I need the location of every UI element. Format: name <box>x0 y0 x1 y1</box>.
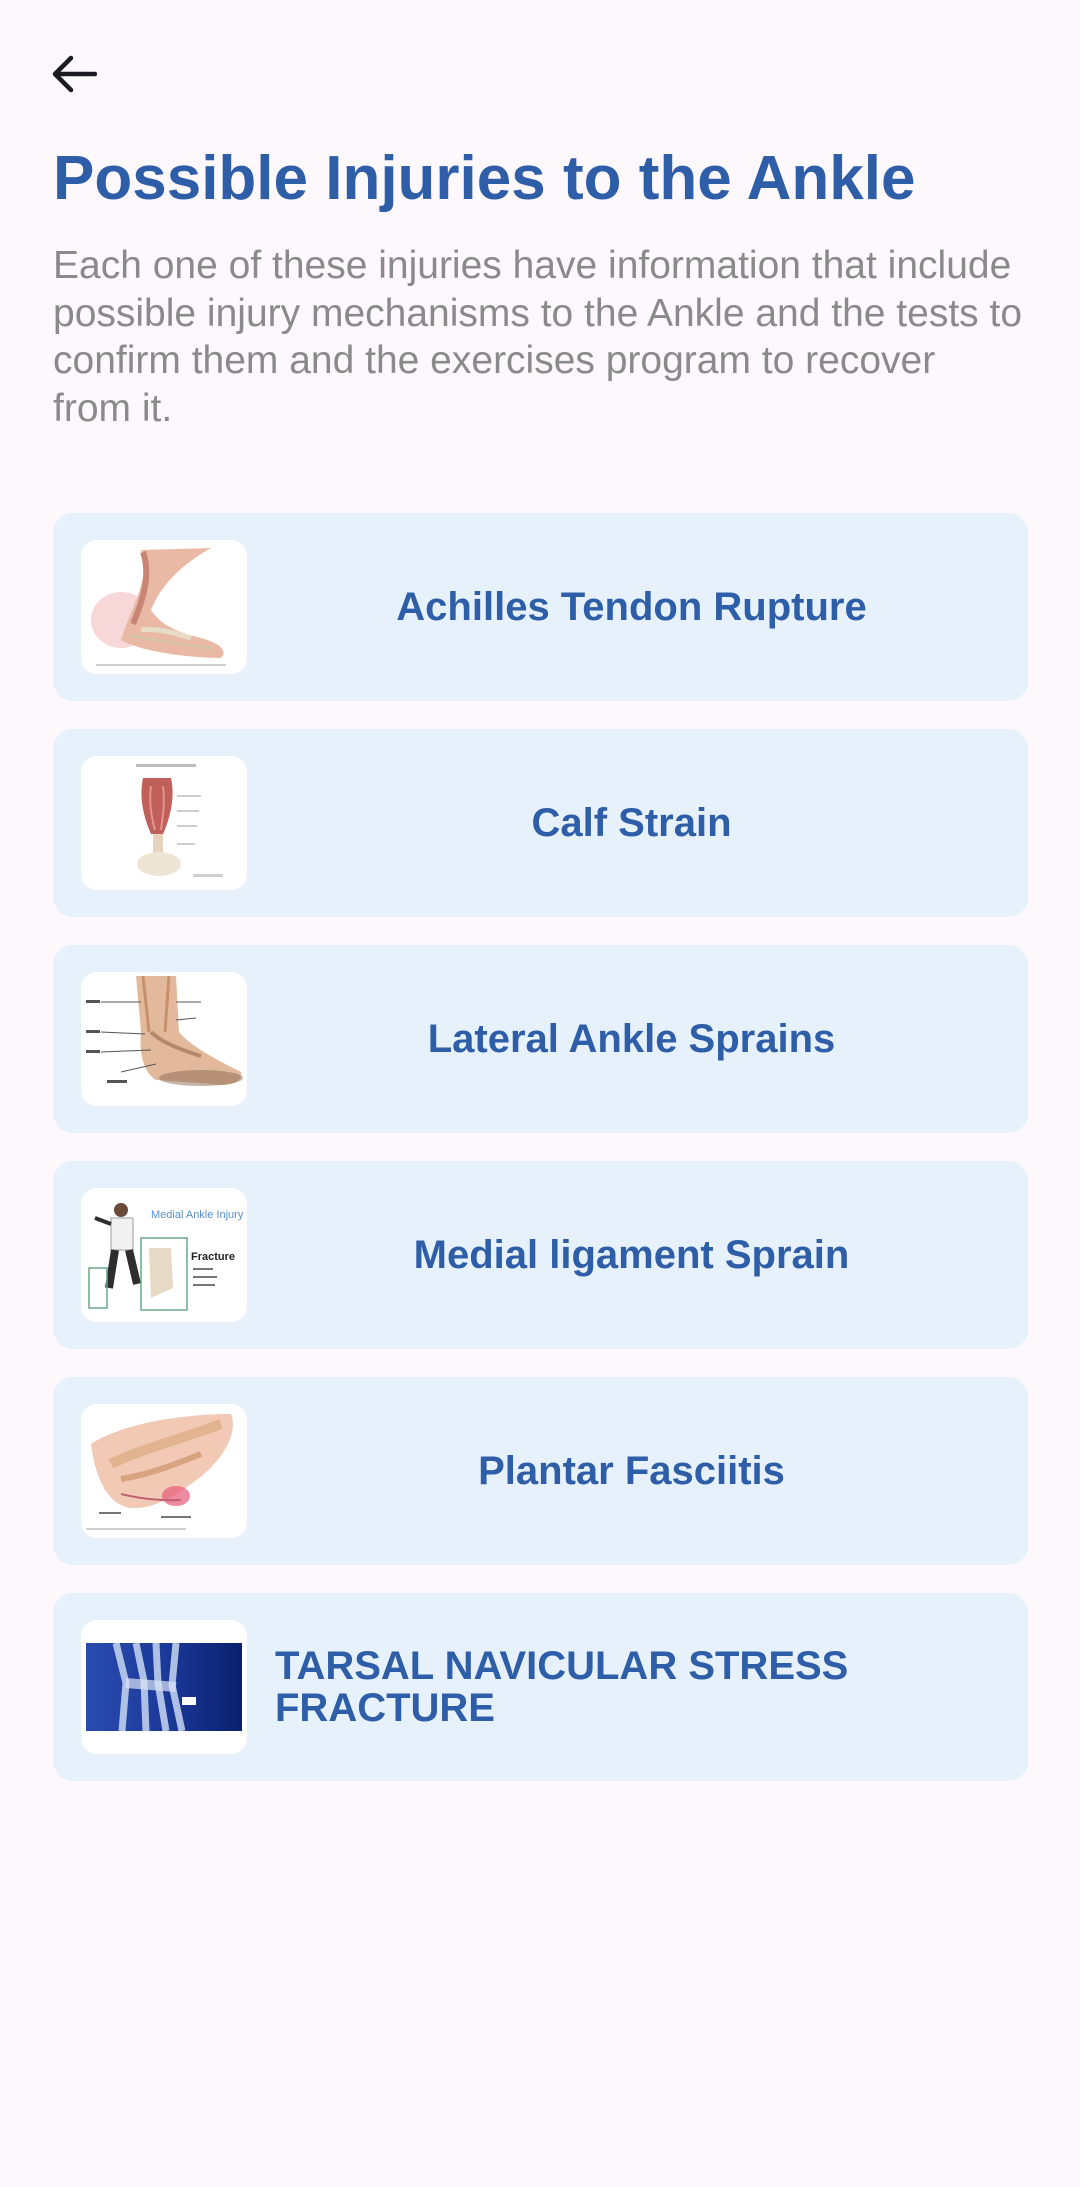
injury-card-lateral-ankle-sprains[interactable]: Lateral Ankle Sprains <box>53 945 1028 1133</box>
lateral-ankle-sprains-thumbnail <box>81 972 247 1106</box>
arrow-left-icon <box>52 55 97 93</box>
injury-card-achilles-tendon-rupture[interactable]: Achilles Tendon Rupture <box>53 513 1028 701</box>
medial-ligament-sprain-thumbnail: Medial Ankle Injury Fracture <box>81 1188 247 1322</box>
plantar-fasciitis-thumbnail <box>81 1404 247 1538</box>
tarsal-navicular-thumbnail <box>81 1620 247 1754</box>
injury-title: Medial ligament Sprain <box>413 1232 850 1277</box>
calf-strain-thumbnail <box>81 756 247 890</box>
injury-card-medial-ligament-sprain[interactable]: Medial Ankle Injury Fracture Medial liga… <box>53 1161 1028 1349</box>
injury-title: Plantar Fasciitis <box>478 1448 785 1493</box>
back-button[interactable] <box>44 44 104 104</box>
injury-card-plantar-fasciitis[interactable]: Plantar Fasciitis <box>53 1377 1028 1565</box>
injury-title: Achilles Tendon Rupture <box>396 584 867 629</box>
injury-title: Lateral Ankle Sprains <box>427 1016 836 1061</box>
injury-title: TARSAL NAVICULAR STRESS FRACTURE <box>275 1644 849 1730</box>
injury-title: Calf Strain <box>531 800 732 845</box>
page-description: Each one of these injuries have informat… <box>53 244 1023 430</box>
thumb-label-fracture: Fracture <box>191 1251 235 1263</box>
page-title: Possible Injuries to the Ankle <box>53 144 916 213</box>
achilles-tendon-thumbnail <box>81 540 247 674</box>
thumb-label-medial: Medial Ankle Injury <box>151 1209 244 1221</box>
injury-list: Achilles Tendon Rupture Calf Strain Late… <box>53 513 1028 1809</box>
injury-card-tarsal-navicular-stress-fracture[interactable]: TARSAL NAVICULAR STRESS FRACTURE <box>53 1593 1028 1781</box>
injury-card-calf-strain[interactable]: Calf Strain <box>53 729 1028 917</box>
